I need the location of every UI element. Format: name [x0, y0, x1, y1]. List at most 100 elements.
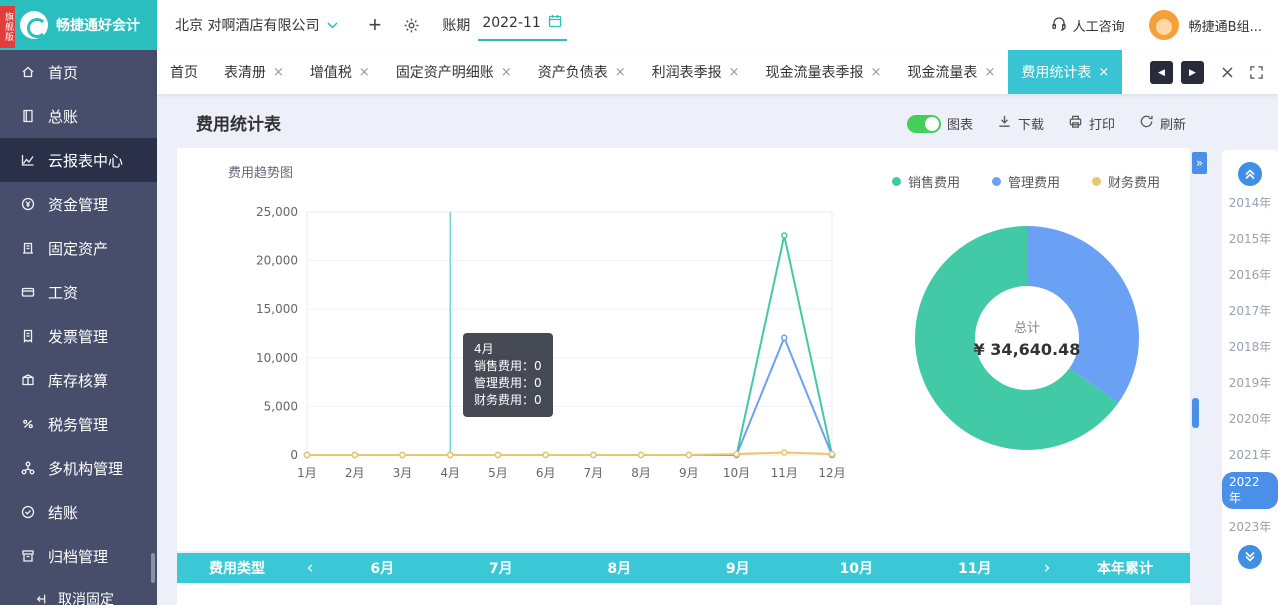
- year-item[interactable]: 2016年: [1222, 256, 1278, 292]
- tab-item[interactable]: 利润表季报×: [639, 50, 753, 94]
- username[interactable]: 畅捷通B组...: [1189, 16, 1262, 35]
- legend-item-finance[interactable]: 财务费用: [1092, 172, 1160, 191]
- svg-text:15,000: 15,000: [256, 302, 298, 316]
- expense-donut-chart[interactable]: 总计 ¥ 34,640.48: [912, 223, 1142, 453]
- year-item[interactable]: 2020年: [1222, 400, 1278, 436]
- sidebar-item-cloud-report-center[interactable]: 云报表中心: [0, 138, 157, 182]
- legend-dot: [992, 177, 1001, 186]
- year-item[interactable]: 2017年: [1222, 292, 1278, 328]
- year-item[interactable]: 2015年: [1222, 220, 1278, 256]
- year-scroll-down-button[interactable]: [1238, 545, 1262, 569]
- tab-next-button[interactable]: ▶: [1181, 61, 1204, 84]
- year-item-selected[interactable]: 2022年: [1222, 472, 1278, 508]
- svg-text:25,000: 25,000: [256, 205, 298, 219]
- edition-ribbon: 旗舰版: [0, 6, 15, 48]
- sidebar-item-inventory-accounting[interactable]: 库存核算: [0, 358, 157, 402]
- support-link[interactable]: 人工咨询: [1051, 15, 1125, 35]
- svg-text:8月: 8月: [631, 466, 651, 480]
- prev-months-icon[interactable]: ‹: [297, 558, 323, 578]
- chart-legend: 销售费用 管理费用 财务费用: [892, 172, 1160, 191]
- company-name: 北京 对啊酒店有限公司: [175, 15, 319, 35]
- sidebar-item-general-ledger[interactable]: 总账: [0, 94, 157, 138]
- download-button[interactable]: 下载: [997, 114, 1044, 133]
- legend-item-admin[interactable]: 管理费用: [992, 172, 1060, 191]
- ledger-icon: [20, 108, 36, 124]
- chart-toggle[interactable]: 图表: [907, 114, 973, 133]
- avatar[interactable]: [1149, 10, 1179, 40]
- sidebar-item-home[interactable]: 首页: [0, 50, 157, 94]
- company-select[interactable]: 北京 对啊酒店有限公司: [175, 15, 338, 35]
- year-scroll-up-button[interactable]: [1238, 162, 1262, 186]
- vertical-scrollbar-thumb[interactable]: [1192, 398, 1199, 428]
- print-button[interactable]: 打印: [1068, 114, 1115, 133]
- tab-item[interactable]: 固定资产明细账×: [383, 50, 525, 94]
- period-section: 账期 2022-11: [442, 9, 567, 41]
- legend-item-sales[interactable]: 销售费用: [892, 172, 960, 191]
- svg-text:5月: 5月: [488, 466, 508, 480]
- report-toolbar: 图表 下载 打印 刷新: [907, 114, 1186, 133]
- fullscreen-icon[interactable]: [1249, 65, 1264, 80]
- add-account-set-button[interactable]: +: [364, 14, 385, 36]
- close-tab-icon[interactable]: ×: [273, 65, 284, 80]
- topbar-right: 人工咨询 畅捷通B组...: [1051, 10, 1262, 40]
- tab-item[interactable]: 资产负债表×: [525, 50, 639, 94]
- close-tab-icon[interactable]: ×: [1098, 65, 1109, 80]
- tab-item[interactable]: 表清册×: [211, 50, 297, 94]
- sidebar-item-fund-management[interactable]: 资金管理: [0, 182, 157, 226]
- tab-item[interactable]: 现金流量表×: [894, 50, 1008, 94]
- sidebar-item-invoice-management[interactable]: 发票管理: [0, 314, 157, 358]
- gear-icon[interactable]: [403, 17, 420, 34]
- svg-text:1月: 1月: [297, 466, 317, 480]
- tab-controls: ◀ ▶ ×: [1150, 61, 1278, 84]
- inventory-icon: [20, 372, 36, 388]
- sidebar-item-fixed-assets[interactable]: 固定资产: [0, 226, 157, 270]
- sidebar: 首页 总账 云报表中心 资金管理 固定资产 工资 发票管理 库存核算: [0, 50, 157, 605]
- next-months-icon[interactable]: ›: [1034, 558, 1060, 578]
- refresh-icon: [1139, 114, 1154, 133]
- unpin-icon: [34, 591, 50, 605]
- close-tab-icon[interactable]: ×: [359, 65, 370, 80]
- tax-icon: [20, 416, 36, 432]
- year-item[interactable]: 2021年: [1222, 436, 1278, 472]
- close-tab-icon[interactable]: ×: [871, 65, 882, 80]
- tab-home[interactable]: 首页: [157, 50, 211, 94]
- tab-item[interactable]: 现金流量表季报×: [753, 50, 895, 94]
- svg-text:0: 0: [290, 448, 298, 462]
- year-item[interactable]: 2019年: [1222, 364, 1278, 400]
- sidebar-item-multi-org-management[interactable]: 多机构管理: [0, 446, 157, 490]
- tab-item[interactable]: 增值税×: [297, 50, 383, 94]
- svg-text:7月: 7月: [584, 466, 604, 480]
- legend-dot: [892, 177, 901, 186]
- sidebar-item-payroll[interactable]: 工资: [0, 270, 157, 314]
- year-item[interactable]: 2018年: [1222, 328, 1278, 364]
- toggle-switch[interactable]: [907, 115, 941, 133]
- donut-svg: [912, 223, 1142, 453]
- close-tab-icon[interactable]: ×: [615, 65, 626, 80]
- payroll-icon: [20, 284, 36, 300]
- sidebar-item-tax-management[interactable]: 税务管理: [0, 402, 157, 446]
- period-picker[interactable]: 2022-11: [478, 9, 567, 41]
- period-label: 账期: [442, 15, 470, 35]
- column-month: 11月: [916, 558, 1035, 578]
- tab-prev-button[interactable]: ◀: [1150, 61, 1173, 84]
- close-all-tabs-icon[interactable]: ×: [1220, 62, 1235, 83]
- year-item[interactable]: 2023年: [1222, 508, 1278, 544]
- page-title: 费用统计表: [196, 110, 281, 135]
- close-tab-icon[interactable]: ×: [729, 65, 740, 80]
- svg-text:20,000: 20,000: [256, 254, 298, 268]
- tab-item-active[interactable]: 费用统计表×: [1008, 50, 1122, 94]
- legend-dot: [1092, 177, 1101, 186]
- trend-chart-title: 费用趋势图: [228, 162, 293, 181]
- sidebar-item-archive-management[interactable]: 归档管理: [0, 534, 157, 578]
- sidebar-item-closing[interactable]: 结账: [0, 490, 157, 534]
- invoice-icon: [20, 328, 36, 344]
- expand-panel-button[interactable]: »: [1192, 152, 1207, 174]
- print-icon: [1068, 114, 1083, 133]
- close-tab-icon[interactable]: ×: [501, 65, 512, 80]
- close-tab-icon[interactable]: ×: [984, 65, 995, 80]
- year-item[interactable]: 2014年: [1222, 184, 1278, 220]
- unpin-sidebar-button[interactable]: 取消固定: [0, 579, 157, 605]
- multi-org-icon: [20, 460, 36, 476]
- chart-tooltip: 4月 销售费用：0 管理费用：0 财务费用：0: [463, 333, 553, 417]
- refresh-button[interactable]: 刷新: [1139, 114, 1186, 133]
